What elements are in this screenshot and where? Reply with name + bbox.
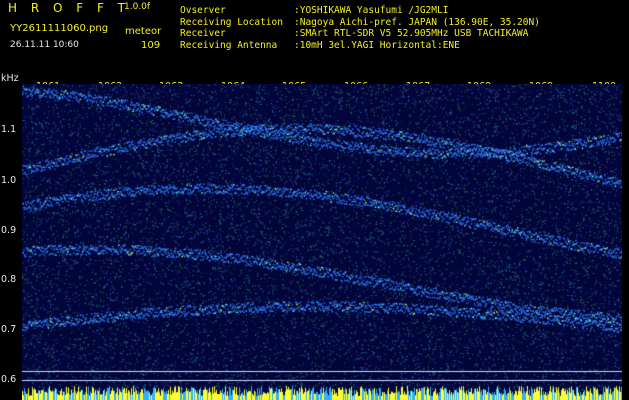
info-label: Receiver xyxy=(180,28,226,40)
y-tick: 1.0 xyxy=(1,175,17,186)
info-label: Ovserver xyxy=(180,5,226,16)
station-info: Ovserver :YOSHIKAWA Yasufumi /JG2MLI Rec… xyxy=(180,5,540,51)
info-label: Receiving Antenna xyxy=(180,39,278,51)
waterfall-plot xyxy=(22,84,622,400)
info-row-antenna: Receiving Antenna :10mH 3el.YAGI Horizon… xyxy=(180,40,540,52)
y-tick: 0.7 xyxy=(1,324,17,335)
hrofft-window: H R O F F T 1.0.0f YY2611111060.png 26.1… xyxy=(0,0,629,400)
info-label: Receiving Location xyxy=(180,16,283,28)
info-value: :YOSHIKAWA Yasufumi /JG2MLI xyxy=(294,5,449,16)
app-logo: H R O F F T xyxy=(8,1,131,15)
y-tick: 0.8 xyxy=(1,274,17,285)
detection-mode: meteor xyxy=(125,26,162,37)
info-value: :SMArt RTL-SDR V5 52.905MHz USB TACHIKAW… xyxy=(294,28,529,40)
y-tick: 1.1 xyxy=(1,124,17,135)
file-name: YY2611111060.png xyxy=(10,23,109,34)
capture-datetime: 26.11.11 10:60 xyxy=(10,40,79,50)
info-row-observer: Ovserver :YOSHIKAWA Yasufumi /JG2MLI xyxy=(180,5,540,17)
info-value: :Nagoya Aichi-pref. JAPAN (136.90E, 35.2… xyxy=(294,16,540,28)
info-value: :10mH 3el.YAGI Horizontal:ENE xyxy=(294,39,460,51)
y-axis-unit: kHz xyxy=(1,73,19,84)
meteor-count: 109 xyxy=(141,40,161,51)
y-tick: 0.6 xyxy=(1,374,17,385)
y-tick: 0.9 xyxy=(1,225,17,236)
info-row-receiver: Receiver :SMArt RTL-SDR V5 52.905MHz USB… xyxy=(180,28,540,40)
waterfall-canvas xyxy=(22,84,622,400)
app-version: 1.0.0f xyxy=(124,2,151,12)
info-row-location: Receiving Location :Nagoya Aichi-pref. J… xyxy=(180,17,540,29)
